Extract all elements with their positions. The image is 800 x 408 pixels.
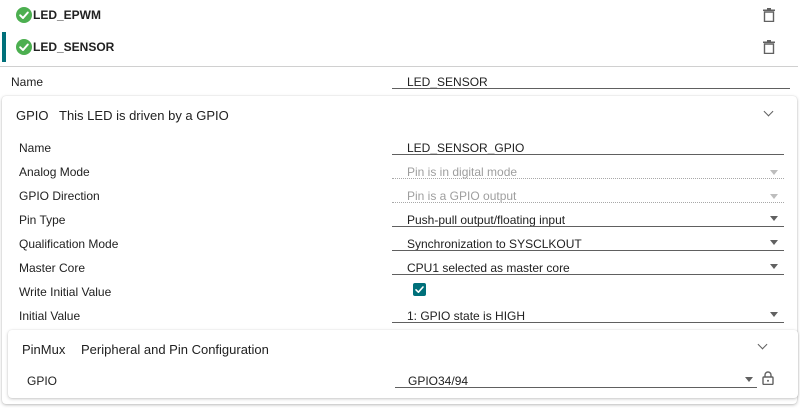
qualification-mode-select[interactable]: Synchronization to SYSCLKOUT xyxy=(407,237,582,251)
analog-mode-select: Pin is in digital mode xyxy=(407,165,518,179)
pinmux-gpio-select[interactable]: GPIO34/94 xyxy=(408,374,468,388)
gpio-section-title[interactable]: GPIO xyxy=(16,108,49,123)
write-initial-value-label: Write Initial Value xyxy=(19,285,112,299)
lock-icon[interactable] xyxy=(762,371,774,390)
item-label: LED_SENSOR xyxy=(33,40,115,54)
name-input[interactable]: LED_SENSOR xyxy=(407,75,488,89)
analog-mode-underline xyxy=(392,178,784,179)
trash-icon[interactable] xyxy=(763,40,775,55)
pinmux-gpio-underline xyxy=(395,387,757,388)
check-circle-icon xyxy=(16,7,32,23)
trash-icon[interactable] xyxy=(763,8,775,23)
qualification-mode-label: Qualification Mode xyxy=(19,237,119,251)
list-item-led-epwm[interactable]: LED_EPWM xyxy=(0,0,798,30)
initial-value-label: Initial Value xyxy=(19,309,81,323)
master-core-select[interactable]: CPU1 selected as master core xyxy=(407,261,570,275)
pin-type-label: Pin Type xyxy=(19,213,66,227)
qualification-mode-underline xyxy=(392,250,784,251)
dropdown-arrow-icon[interactable] xyxy=(770,312,778,317)
pinmux-section-title[interactable]: PinMux xyxy=(22,342,65,357)
dropdown-arrow-icon[interactable] xyxy=(770,264,778,269)
dropdown-arrow-icon xyxy=(770,194,778,199)
dropdown-arrow-icon[interactable] xyxy=(745,377,753,382)
dropdown-arrow-icon[interactable] xyxy=(770,240,778,245)
gpio-direction-select: Pin is a GPIO output xyxy=(407,189,517,203)
gpio-name-underline xyxy=(392,154,784,155)
master-core-underline xyxy=(392,274,784,275)
divider xyxy=(0,66,798,67)
check-circle-icon xyxy=(16,39,32,55)
master-core-label: Master Core xyxy=(19,261,86,275)
pinmux-section-description: Peripheral and Pin Configuration xyxy=(81,342,269,357)
gpio-section-description: This LED is driven by a GPIO xyxy=(59,108,229,123)
list-item-led-sensor[interactable]: LED_SENSOR xyxy=(0,32,798,62)
pin-type-underline xyxy=(392,226,784,227)
item-label: LED_EPWM xyxy=(33,8,102,22)
gpio-direction-label: GPIO Direction xyxy=(19,189,100,203)
pinmux-gpio-label: GPIO xyxy=(27,374,58,388)
initial-value-underline xyxy=(392,322,784,323)
write-initial-value-checkbox[interactable] xyxy=(413,283,426,296)
gpio-name-label: Name xyxy=(19,141,52,155)
gpio-direction-underline xyxy=(392,202,784,203)
dropdown-arrow-icon[interactable] xyxy=(770,216,778,221)
dropdown-arrow-icon xyxy=(770,170,778,175)
pin-type-select[interactable]: Push-pull output/floating input xyxy=(407,213,565,227)
name-label: Name xyxy=(11,75,44,89)
name-input-underline xyxy=(392,88,790,89)
gpio-name-input[interactable]: LED_SENSOR_GPIO xyxy=(407,141,524,155)
analog-mode-label: Analog Mode xyxy=(19,165,90,179)
initial-value-select[interactable]: 1: GPIO state is HIGH xyxy=(407,309,525,323)
